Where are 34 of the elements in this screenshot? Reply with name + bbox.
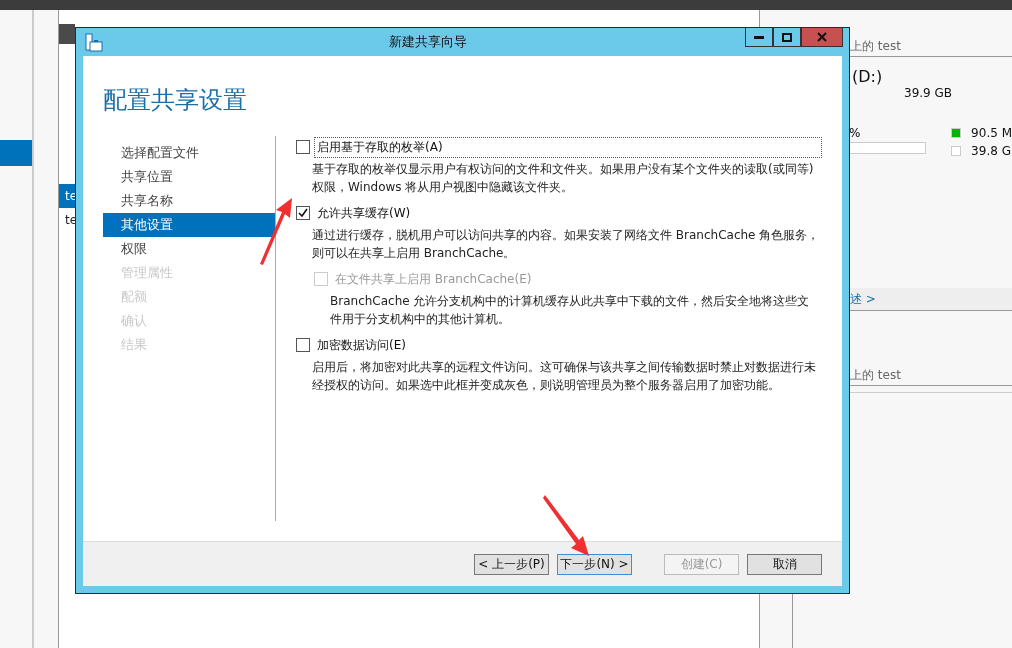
wizard-step[interactable]: 权限 [103, 237, 275, 261]
header-icon [59, 24, 75, 44]
close-icon [817, 32, 827, 42]
checkbox[interactable] [296, 338, 310, 352]
minimize-button[interactable] [745, 28, 773, 47]
wizard-step[interactable]: 共享名称 [103, 189, 275, 213]
checkbox-label[interactable]: 启用基于存取的枚举(A) [314, 136, 822, 158]
wizard-button[interactable]: 取消 [747, 553, 822, 575]
window-title: 新建共享向导 [387, 33, 468, 51]
capacity-text: 39.9 GB [903, 86, 954, 100]
checkbox[interactable] [296, 140, 310, 154]
wizard-button[interactable]: 下一步(N) > [557, 553, 632, 575]
option-description: 基于存取的枚举仅显示用户有权访问的文件和文件夹。如果用户没有某个文件夹的读取(或同等)权限，Windows 将从用户视图中隐藏该文件夹。 [312, 161, 815, 196]
details-link[interactable]: 述 > [850, 290, 876, 308]
page-heading: 配置共享设置 [102, 85, 248, 116]
wizard-step[interactable]: 共享位置 [103, 165, 275, 189]
option-description: BranchCache 允许分支机构中的计算机缓存从此共享中下载的文件，然后安全地将这些文件用于分支机构中的其他计算机。 [330, 293, 811, 328]
legend-label: 39.8 G [971, 144, 1011, 158]
option-description: 通过进行缓存，脱机用户可以访问共享的内容。如果安装了网络文件 BranchCache 角色服务，则可以在共享上启用 BranchCache。 [312, 227, 821, 262]
wizard-step[interactable]: 其他设置 [103, 213, 275, 237]
legend-label: 90.5 M [971, 126, 1012, 140]
close-button[interactable] [801, 28, 843, 47]
percent-text: % [849, 126, 862, 140]
minimize-icon [754, 35, 764, 39]
maximize-button[interactable] [773, 28, 801, 47]
maximize-icon [782, 32, 792, 42]
server-share-icon [85, 33, 103, 53]
wizard-button[interactable]: < 上一步(P) [474, 553, 549, 575]
checkbox[interactable] [296, 206, 310, 220]
wizard-step[interactable]: 选择配置文件 [103, 141, 275, 165]
checkbox-label[interactable]: 加密数据访问(E) [314, 334, 409, 356]
checkbox-label[interactable]: 允许共享缓存(W) [314, 202, 414, 224]
checkmark-icon [298, 208, 308, 218]
drive-label: (D:) [851, 66, 884, 86]
